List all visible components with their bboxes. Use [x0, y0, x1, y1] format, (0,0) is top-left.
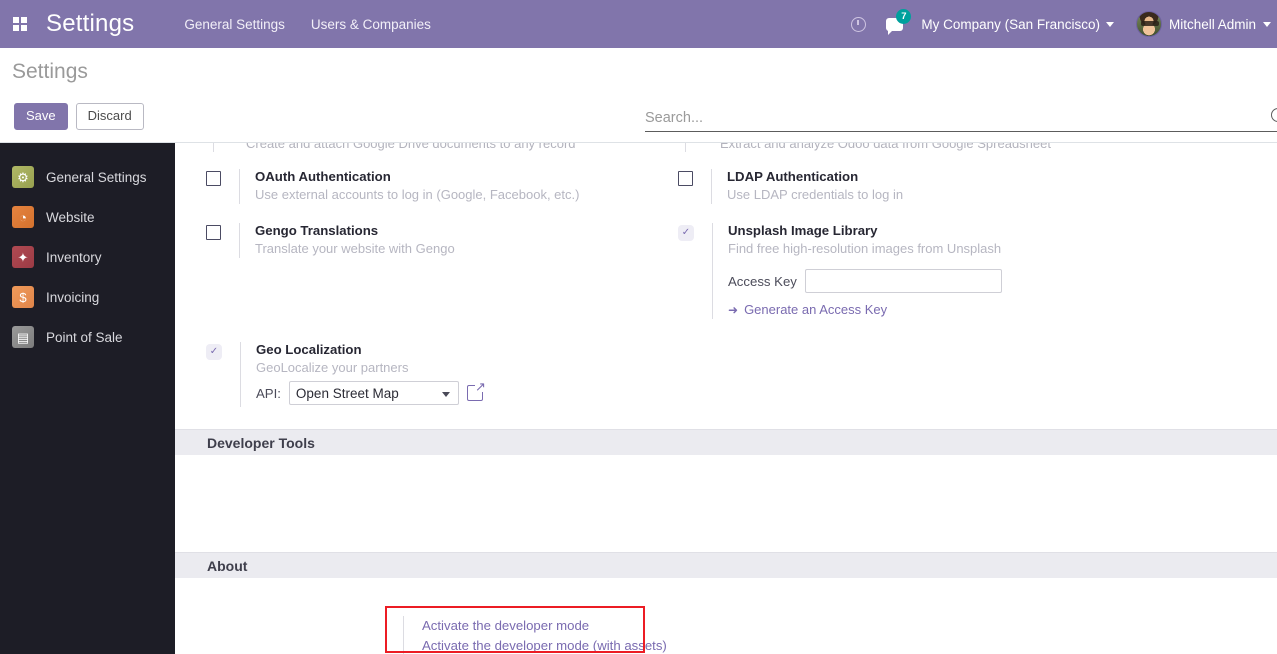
- activity-clock-icon[interactable]: [841, 0, 875, 48]
- search-bar[interactable]: Search...: [645, 104, 1277, 132]
- geo-localization-checkbox[interactable]: ✓: [206, 344, 222, 360]
- generate-access-key-label: Generate an Access Key: [744, 302, 888, 317]
- api-select[interactable]: Open Street Map: [288, 381, 459, 405]
- setting-geo-localization: ✓ Geo Localization GeoLocalize your part…: [206, 342, 676, 407]
- clipped-right-text: Extract and analyze Odoo data from Googl…: [720, 143, 1051, 151]
- chevron-down-icon: [441, 392, 450, 397]
- setting-title: Gengo Translations: [255, 223, 379, 238]
- section-about: About: [175, 552, 1277, 578]
- sidebar-item-label: Invoicing: [46, 289, 100, 305]
- setting-unsplash-image-library: ✓ Unsplash Image Library Find free high-…: [678, 223, 1138, 319]
- globe-glyph: ◔: [19, 209, 27, 225]
- shop-glyph: ▤: [16, 329, 30, 345]
- sidebar-item-label: Website: [46, 209, 95, 225]
- search-icon[interactable]: [1271, 108, 1277, 122]
- avatar: [1135, 11, 1162, 37]
- company-switcher[interactable]: My Company (San Francisco): [921, 17, 1114, 32]
- setting-description: Use LDAP credentials to log in: [727, 187, 904, 202]
- gear-glyph: ⚙: [17, 169, 29, 185]
- sidebar-item-label: Inventory: [46, 249, 102, 265]
- gengo-translations-checkbox[interactable]: [206, 225, 221, 240]
- section-title: About: [207, 557, 248, 574]
- navbar-menu: General Settings Users & Companies: [182, 13, 433, 36]
- external-link-icon[interactable]: [466, 380, 486, 401]
- setting-ldap-authentication: LDAP Authentication Use LDAP credentials…: [678, 169, 1138, 204]
- setting-description: Translate your website with Gengo: [255, 241, 455, 256]
- activate-developer-mode-assets-link[interactable]: Activate the developer mode (with assets…: [422, 636, 698, 654]
- sidebar-item-website[interactable]: ◔ Website: [0, 197, 175, 237]
- sidebar-item-inventory[interactable]: ✦ Inventory: [0, 237, 175, 277]
- invoice-icon: $: [12, 286, 34, 308]
- arrow-right-icon: ➜: [728, 302, 739, 317]
- clipped-top-row: Create and attach Google Drive documents…: [175, 143, 1277, 152]
- user-chevron-down-icon: [1263, 21, 1271, 27]
- box-glyph: ✦: [17, 249, 29, 265]
- setting-description: Find free high-resolution images from Un…: [728, 241, 1002, 256]
- sidebar-item-label: General Settings: [46, 169, 147, 185]
- app-brand-title[interactable]: Settings: [46, 10, 134, 38]
- oauth-authentication-checkbox[interactable]: [206, 171, 221, 186]
- top-navbar: Settings General Settings Users & Compan…: [0, 0, 1277, 48]
- settings-content: Create and attach Google Drive documents…: [175, 143, 1277, 654]
- save-button[interactable]: Save: [14, 103, 68, 130]
- user-name-label: Mitchell Admin: [1168, 16, 1256, 32]
- discard-button[interactable]: Discard: [75, 103, 144, 130]
- sidebar-item-point-of-sale[interactable]: ▤ Point of Sale: [0, 317, 175, 357]
- sidebar-item-invoicing[interactable]: $ Invoicing: [0, 277, 175, 317]
- messages-icon[interactable]: 7: [875, 0, 913, 48]
- globe-icon: ◔: [12, 206, 34, 228]
- api-select-value: Open Street Map: [295, 385, 399, 401]
- navbar-right-zone: 7 My Company (San Francisco) Mitchell Ad…: [841, 0, 1277, 48]
- clipped-left-text: Create and attach Google Drive documents…: [246, 143, 576, 151]
- access-key-row: Access Key: [728, 269, 1002, 293]
- access-key-input[interactable]: [804, 269, 1002, 293]
- action-buttons: Save Discard: [14, 103, 144, 130]
- section-title: Developer Tools: [207, 434, 315, 451]
- setting-title: Geo Localization: [256, 342, 362, 357]
- apps-grid-icon[interactable]: [0, 0, 40, 48]
- chevron-down-icon: [1105, 21, 1114, 27]
- activate-developer-mode-link[interactable]: Activate the developer mode: [422, 616, 698, 636]
- user-menu[interactable]: Mitchell Admin: [1135, 11, 1275, 37]
- unsplash-image-library-checkbox[interactable]: ✓: [678, 225, 694, 241]
- box-icon: ✦: [12, 246, 34, 268]
- api-row: API: Open Street Map: [256, 380, 486, 405]
- invoice-glyph: $: [19, 289, 27, 305]
- page-title: Settings: [12, 60, 88, 83]
- ldap-authentication-checkbox[interactable]: [678, 171, 693, 186]
- sidebar-item-general-settings[interactable]: ⚙ General Settings: [0, 157, 175, 197]
- setting-description: Use external accounts to log in (Google,…: [255, 187, 580, 202]
- company-name-label: My Company (San Francisco): [921, 16, 1100, 32]
- developer-mode-links: Activate the developer mode Activate the…: [403, 616, 698, 654]
- nav-item-users-companies[interactable]: Users & Companies: [309, 13, 433, 36]
- setting-title: Unsplash Image Library: [728, 223, 878, 238]
- setting-description: GeoLocalize your partners: [256, 360, 409, 375]
- search-input[interactable]: Search...: [645, 110, 703, 126]
- control-panel: Settings Save Discard Search...: [0, 48, 1277, 143]
- api-label: API:: [256, 385, 281, 401]
- setting-oauth-authentication: OAuth Authentication Use external accoun…: [206, 169, 676, 204]
- gear-icon: ⚙: [12, 166, 34, 188]
- section-developer-tools: Developer Tools: [175, 429, 1277, 455]
- generate-access-key-link[interactable]: ➜ Generate an Access Key: [728, 302, 1002, 317]
- nav-item-general-settings[interactable]: General Settings: [182, 13, 287, 36]
- setting-gengo-translations: Gengo Translations Translate your websit…: [206, 223, 676, 258]
- setting-title: LDAP Authentication: [727, 169, 859, 184]
- setting-title: OAuth Authentication: [255, 169, 391, 184]
- messages-count-badge: 7: [896, 9, 912, 24]
- sidebar-item-label: Point of Sale: [46, 329, 123, 345]
- settings-sidebar: ⚙ General Settings ◔ Website ✦ Inventory…: [0, 143, 175, 654]
- shop-icon: ▤: [12, 326, 34, 348]
- access-key-label: Access Key: [728, 273, 797, 289]
